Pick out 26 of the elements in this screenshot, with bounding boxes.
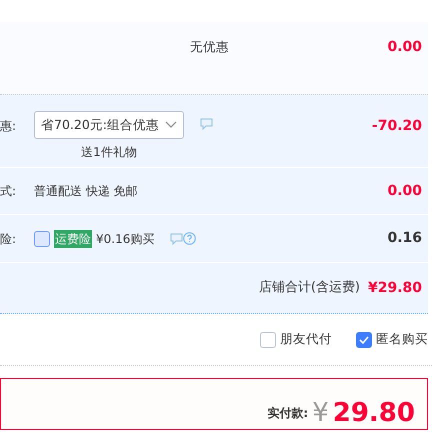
insurance-amount: 0.16 — [387, 229, 422, 248]
gift-note: 送1件礼物 — [81, 144, 137, 161]
shop-total-amount: ¥29.80 — [368, 278, 422, 298]
insurance-tag: 运费险 — [54, 230, 92, 248]
checkmark-icon — [359, 336, 369, 344]
insurance-checkbox[interactable] — [34, 230, 50, 246]
insurance-price: ¥0.16购买 — [96, 230, 154, 248]
row-label: 惠: — [0, 118, 18, 135]
chevron-down-icon — [165, 121, 177, 129]
payment-label: 实付款: — [267, 405, 308, 422]
help-icon[interactable] — [183, 232, 196, 245]
discount-select[interactable]: 省70.20元:组合优惠 — [34, 111, 184, 139]
option-checkbox[interactable]: 朋友代付 — [260, 330, 332, 349]
no-discount-label: 无优惠 — [190, 38, 229, 56]
discount-amount: 0.00 — [387, 38, 422, 56]
message-icon[interactable] — [200, 118, 213, 130]
row-label: 险: — [0, 230, 18, 248]
delivery-amount: 0.00 — [387, 182, 422, 200]
shop-total-label: 店铺合计(含运费) — [258, 279, 360, 298]
option-checkbox[interactable]: 匿名购买 — [356, 330, 428, 349]
discount-amount: -70.20 — [372, 117, 422, 136]
currency-symbol: ¥ — [312, 400, 329, 426]
message-icon[interactable] — [170, 232, 184, 244]
payment-amount: 29.80 — [332, 400, 415, 426]
row-label: 式: — [0, 183, 18, 200]
delivery-method: 普通配送 快递 免邮 — [34, 183, 138, 200]
